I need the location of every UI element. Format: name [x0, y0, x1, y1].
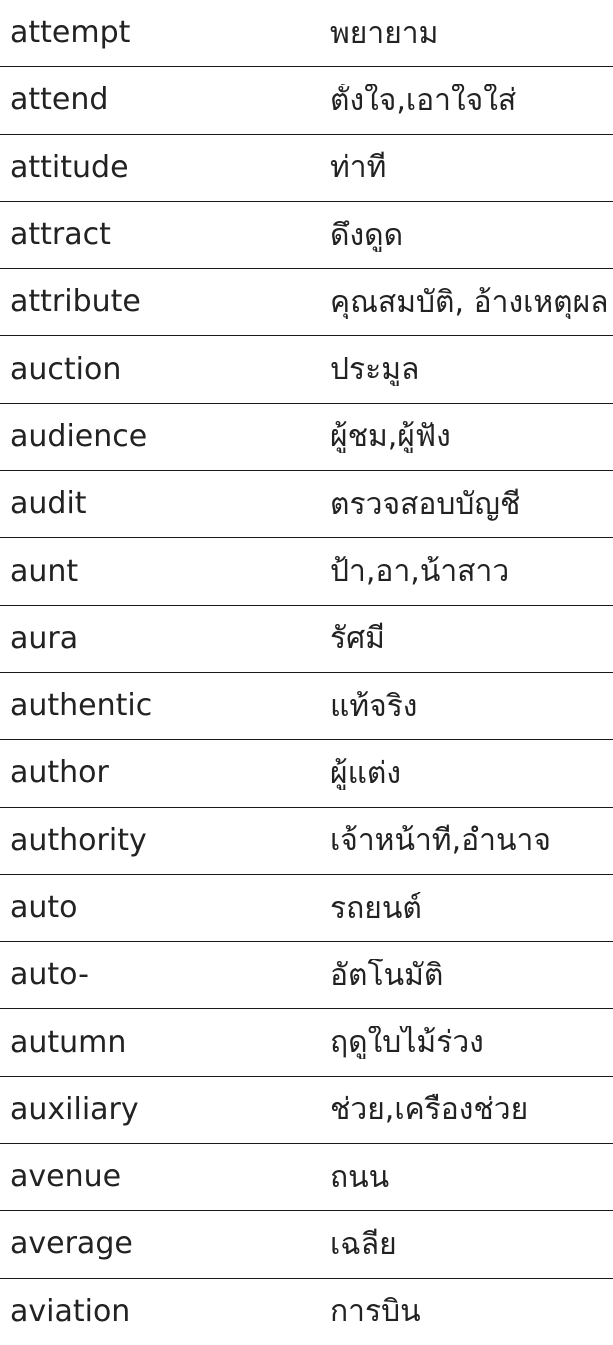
english-word: auto: [10, 890, 78, 925]
table-row: audit ตรวจสอบบัญชี: [0, 471, 613, 539]
english-word: avenue: [10, 1159, 122, 1195]
table-row: authentic แท้จริง: [0, 673, 613, 741]
table-row: auction ประมูล: [0, 336, 613, 404]
english-word: attitude: [10, 149, 129, 185]
english-word: autumn: [10, 1024, 127, 1060]
thai-meaning: ท่าที: [330, 151, 387, 185]
english-word: auto-: [10, 957, 89, 993]
table-row: auxiliary ช่วย,เครื่องช่วย: [0, 1077, 613, 1145]
english-word: author: [10, 755, 109, 791]
table-row: auto รถยนต์: [0, 875, 613, 943]
thai-meaning: คุณสมบัติ, อ้างเหตุผล: [330, 285, 609, 319]
table-row: auto- อัตโนมัติ: [0, 942, 613, 1010]
english-word: attend: [10, 82, 109, 118]
thai-meaning: ดึงดูด: [330, 218, 404, 252]
english-word: authority: [10, 822, 147, 858]
thai-meaning: ถนน: [330, 1160, 390, 1194]
thai-meaning: รถยนต์: [330, 891, 422, 925]
english-word: aura: [10, 620, 79, 656]
table-row: attend ตั้งใจ,เอาใจใส่: [0, 67, 613, 135]
thai-meaning: อัตโนมัติ: [330, 958, 444, 992]
english-word: auxiliary: [10, 1091, 139, 1127]
thai-meaning: การบิน: [330, 1295, 421, 1329]
table-row: attempt พยายาม: [0, 0, 613, 68]
english-word: average: [10, 1226, 133, 1262]
thai-meaning: ประมูล: [330, 353, 420, 387]
english-word: attempt: [10, 15, 131, 51]
english-word: audience: [10, 418, 148, 454]
thai-meaning: แท้จริง: [330, 689, 418, 723]
vocabulary-table: attempt พยายาม attend ตั้งใจ,เอาใจใส่ at…: [0, 0, 613, 1345]
thai-meaning: พยายาม: [330, 16, 439, 50]
table-row: attribute คุณสมบัติ, อ้างเหตุผล: [0, 269, 613, 337]
table-row: author ผู้แต่ง: [0, 740, 613, 808]
english-word: audit: [10, 486, 87, 522]
english-word: attract: [10, 217, 111, 253]
english-word: attribute: [10, 284, 141, 320]
thai-meaning: ผู้แต่ง: [330, 756, 402, 790]
thai-meaning: ผู้ชม,ผู้ฟัง: [330, 420, 451, 454]
thai-meaning: ฤดูใบไม้ร่วง: [330, 1026, 484, 1060]
table-row: avenue ถนน: [0, 1144, 613, 1212]
thai-meaning: ช่วย,เครื่องช่วย: [330, 1093, 529, 1127]
english-word: aviation: [10, 1293, 131, 1329]
english-word: auction: [10, 351, 122, 387]
thai-meaning: ตรวจสอบบัญชี: [330, 487, 521, 521]
thai-meaning: เจ้าหน้าที่,อำนาจ: [330, 824, 551, 858]
table-row: attract ดึงดูด: [0, 202, 613, 270]
table-row: average เฉลี่ย: [0, 1211, 613, 1279]
thai-meaning: เฉลี่ย: [330, 1227, 397, 1261]
table-row: autumn ฤดูใบไม้ร่วง: [0, 1009, 613, 1077]
english-word: authentic: [10, 688, 153, 724]
thai-meaning: ตั้งใจ,เอาใจใส่: [330, 83, 517, 117]
thai-meaning: ป้า,อา,น้าสาว: [330, 555, 510, 589]
table-row: audience ผู้ชม,ผู้ฟัง: [0, 404, 613, 472]
table-row: aunt ป้า,อา,น้าสาว: [0, 538, 613, 606]
english-word: aunt: [10, 553, 79, 589]
thai-meaning: รัศมี: [330, 622, 385, 656]
table-row: aura รัศมี: [0, 606, 613, 673]
table-row: attitude ท่าที: [0, 135, 613, 202]
table-row: authority เจ้าหน้าที่,อำนาจ: [0, 808, 613, 875]
table-row: aviation การบิน: [0, 1279, 613, 1345]
